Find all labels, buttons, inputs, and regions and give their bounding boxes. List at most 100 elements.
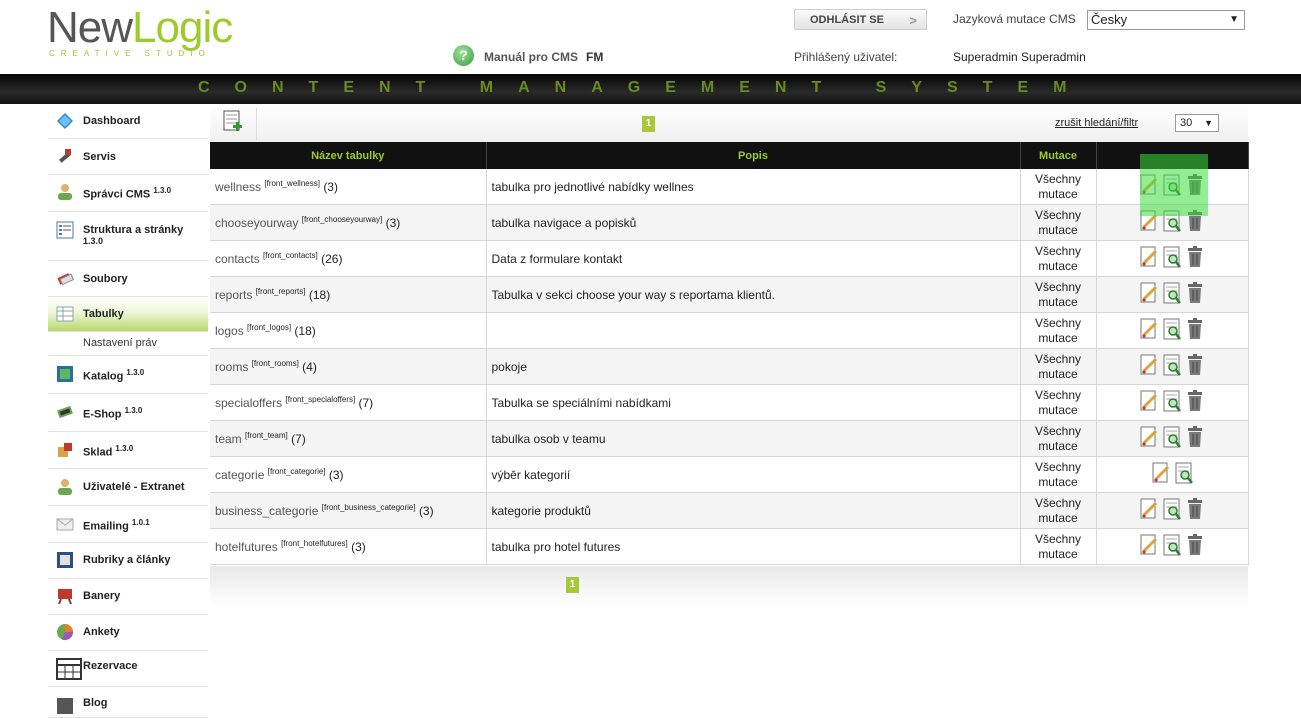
logo: NewLogic CREATIVE STUDIO — [47, 3, 252, 61]
sidebar-item-reservation[interactable]: Rezervace — [48, 651, 208, 687]
view-data-icon[interactable] — [1162, 497, 1182, 521]
trash-icon[interactable] — [1185, 425, 1205, 449]
sidebar-subitem-permissions[interactable]: Nastavení práv — [48, 332, 208, 356]
table-name[interactable]: hotelfutures — [215, 540, 278, 554]
table-header-row: Název tabulky Popis Mutace — [210, 142, 1249, 169]
table-name[interactable]: contacts — [215, 252, 260, 266]
file-manager-link[interactable]: FM — [586, 50, 603, 64]
table-name[interactable]: wellness — [215, 180, 261, 194]
table-name[interactable]: rooms — [215, 360, 248, 374]
trash-icon[interactable] — [1185, 497, 1205, 521]
servis-icon — [58, 149, 71, 163]
manual-link[interactable]: Manuál pro CMS — [484, 50, 578, 64]
sidebar-item-label: Ankety — [83, 626, 120, 638]
view-data-icon[interactable] — [1162, 317, 1182, 341]
table-description: výběr kategorií — [491, 467, 571, 482]
trash-icon[interactable] — [1185, 389, 1205, 413]
language-select[interactable]: Česky ▼ — [1087, 10, 1245, 30]
sidebar-item-tables[interactable]: Tabulky — [48, 297, 208, 332]
table-name-cell[interactable]: categorie [front_categorie] (3) — [210, 456, 487, 493]
mutation-line-2: mutace — [1038, 474, 1078, 489]
edit-icon[interactable] — [1151, 461, 1171, 485]
sidebar-item-eshop[interactable]: E-Shop 1.3.0 — [48, 394, 208, 432]
sidebar-item-dashboard[interactable]: Dashboard — [48, 104, 208, 139]
sidebar-item-catalog[interactable]: Katalog 1.3.0 — [48, 356, 208, 394]
sidebar-item-warehouse[interactable]: Sklad 1.3.0 — [48, 432, 208, 469]
table-name[interactable]: team — [215, 432, 242, 446]
column-header-name[interactable]: Název tabulky — [210, 142, 487, 169]
view-data-icon[interactable] — [1162, 353, 1182, 377]
pager-page-button[interactable]: 1 — [566, 577, 579, 593]
table-name[interactable]: categorie — [215, 468, 264, 482]
view-data-icon[interactable] — [1174, 461, 1194, 485]
add-table-icon[interactable] — [223, 110, 243, 136]
trash-icon[interactable] — [1185, 281, 1205, 305]
sidebar-item-articles[interactable]: Rubriky a články — [48, 543, 208, 579]
table-name-cell[interactable]: hotelfutures [front_hotelfutures] (3) — [210, 528, 487, 565]
view-data-icon[interactable] — [1162, 389, 1182, 413]
description-cell: tabulka navigace a popisků — [486, 204, 1021, 241]
help-icon[interactable]: ? — [453, 45, 474, 66]
table-name[interactable]: chooseyourway — [215, 216, 298, 230]
sidebar-item-structure[interactable]: Struktura a stránky 1.3.0 — [48, 212, 208, 261]
edit-icon[interactable] — [1139, 281, 1159, 305]
edit-icon[interactable] — [1139, 389, 1159, 413]
table-name-cell[interactable]: wellness [front_wellness] (3) — [210, 169, 487, 205]
table-name-cell[interactable]: logos [front_logos] (18) — [210, 312, 487, 349]
pager-page-button[interactable]: 1 — [642, 116, 655, 132]
trash-icon[interactable] — [1185, 317, 1205, 341]
view-data-icon[interactable] — [1162, 425, 1182, 449]
edit-icon[interactable] — [1139, 533, 1159, 557]
sidebar-item-polls[interactable]: Ankety — [48, 615, 208, 651]
arrow-right-icon: > — [909, 13, 917, 28]
table-name-cell[interactable]: specialoffers [front_specialoffers] (7) — [210, 384, 487, 421]
table-name-cell[interactable]: rooms [front_rooms] (4) — [210, 348, 487, 385]
edit-icon[interactable] — [1139, 353, 1159, 377]
sidebar-item-label: Soubory — [83, 273, 128, 285]
table-name-cell[interactable]: chooseyourway [front_chooseyourway] (3) — [210, 204, 487, 241]
edit-icon[interactable] — [1139, 497, 1159, 521]
sidebar-item-label: Banery — [83, 590, 121, 602]
edit-icon[interactable] — [1139, 425, 1159, 449]
reset-filter-link[interactable]: zrušit hledání/filtr — [1055, 117, 1138, 129]
row-actions — [1139, 353, 1205, 377]
record-count: (3) — [323, 180, 338, 194]
table-name[interactable]: specialoffers — [215, 396, 282, 410]
column-header-description[interactable]: Popis — [486, 142, 1021, 169]
sidebar-item-extranet-users[interactable]: Uživatelé - Extranet — [48, 469, 208, 506]
table-name-cell[interactable]: reports [front_reports] (18) — [210, 276, 487, 313]
sidebar-item-servis[interactable]: Servis — [48, 139, 208, 175]
table-name[interactable]: logos — [215, 324, 244, 338]
tables-icon — [56, 306, 74, 322]
sidebar-item-label: Tabulky — [83, 308, 124, 320]
view-data-icon[interactable] — [1162, 281, 1182, 305]
view-data-icon[interactable] — [1162, 245, 1182, 269]
row-actions — [1139, 281, 1205, 305]
edit-icon[interactable] — [1139, 245, 1159, 269]
sidebar-item-label: Struktura a stránky — [83, 224, 184, 236]
table-name[interactable]: business_categorie — [215, 504, 318, 518]
trash-icon[interactable] — [1185, 533, 1205, 557]
table-name[interactable]: reports — [215, 288, 252, 302]
sidebar-item-emailing[interactable]: Emailing 1.0.1 — [48, 506, 208, 543]
table-row: reports [front_reports] (18) Tabulka v se… — [210, 276, 1249, 313]
sidebar-item-files[interactable]: Soubory — [48, 261, 208, 297]
version-badge: 1.3.0 — [153, 186, 172, 195]
table-name-cell[interactable]: business_categorie [front_business_categ… — [210, 492, 487, 529]
mutation-line-1: Všechny — [1034, 171, 1082, 186]
table-name-cell[interactable]: contacts [front_contacts] (26) — [210, 240, 487, 277]
per-page-select[interactable]: 30 ▼ — [1175, 114, 1219, 132]
trash-icon[interactable] — [1185, 245, 1205, 269]
table-name-cell[interactable]: team [front_team] (7) — [210, 420, 487, 457]
actions-cell — [1096, 528, 1249, 565]
logout-button[interactable]: ODHLÁSIT SE > — [794, 9, 927, 30]
sidebar-item-admins[interactable]: Správci CMS 1.3.0 — [48, 175, 208, 212]
version-badge: 1.3.0 — [115, 444, 134, 453]
sidebar-item-banners[interactable]: Banery — [48, 579, 208, 615]
view-data-icon[interactable] — [1162, 533, 1182, 557]
trash-icon[interactable] — [1185, 353, 1205, 377]
column-header-mutation[interactable]: Mutace — [1020, 142, 1097, 169]
mutation-line-2: mutace — [1038, 402, 1078, 417]
record-count: (3) — [328, 468, 344, 482]
edit-icon[interactable] — [1139, 317, 1159, 341]
